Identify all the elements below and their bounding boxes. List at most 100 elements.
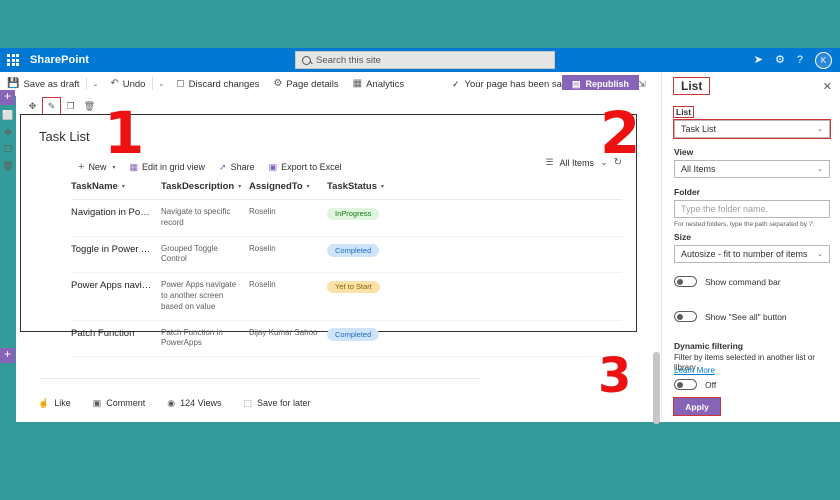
gear-icon[interactable]: ⚙ <box>775 54 785 66</box>
edit-webpart-icon[interactable]: ✎ <box>42 97 61 116</box>
undo-label: Undo <box>122 78 146 90</box>
cell-taskdescription: Navigate to specific record <box>161 207 231 227</box>
share-icon: ➚ <box>219 161 227 172</box>
dynamic-filtering-toggle[interactable] <box>674 379 697 390</box>
edit-in-grid-view-button[interactable]: ▦ Edit in grid view <box>122 157 212 177</box>
cell-taskstatus: Completed <box>327 328 437 341</box>
search-input[interactable]: Search this site <box>295 51 555 69</box>
learn-more-link[interactable]: Learn More <box>674 366 715 375</box>
folder-field: Folder Type the folder name. For nested … <box>674 182 830 229</box>
page-background-bottom <box>0 422 840 500</box>
page-details-label: Page details <box>286 78 339 90</box>
table-row[interactable]: Toggle in Power Ap... Grouped Toggle Con… <box>71 237 622 274</box>
view-name-label[interactable]: All Items <box>560 158 595 168</box>
pane-title: List <box>672 77 711 95</box>
cell-assignedto: Bijay Kumar Sahoo <box>249 327 318 337</box>
move-section-icon[interactable]: ✥ <box>4 128 12 137</box>
new-label: New <box>88 162 107 172</box>
table-row[interactable]: Navigation in Powe... Navigate to specif… <box>71 200 622 237</box>
export-to-excel-button[interactable]: ▣ Export to Excel <box>262 157 349 177</box>
cell-taskdescription: Power Apps navigate to another screen ba… <box>161 280 237 311</box>
section-comment-icon[interactable]: ⬜ <box>2 111 13 120</box>
column-header-assignedto[interactable]: AssignedTo ▾ <box>249 181 327 192</box>
share-label: Share <box>230 162 255 172</box>
bookmark-icon: ⬚ <box>243 397 253 408</box>
show-see-all-toggle[interactable] <box>674 311 697 322</box>
comment-button[interactable]: ▣ Comment <box>93 398 146 408</box>
divider <box>40 378 480 379</box>
save-for-later-button[interactable]: ⬚ Save for later <box>244 398 311 408</box>
like-button[interactable]: ☝ Like <box>38 398 71 408</box>
page-saved-status: ✓ Your page has been saved <box>452 79 577 90</box>
list-dropdown[interactable]: Task List ⌄ <box>673 119 831 139</box>
help-icon[interactable]: ? <box>797 54 803 66</box>
section-rail: + ⬜ ✥ ❐ 🗑 <box>0 90 16 171</box>
duplicate-webpart-icon[interactable]: ❐ <box>62 98 79 115</box>
column-label: TaskName <box>71 181 118 192</box>
delete-webpart-icon[interactable]: 🗑 <box>81 98 98 115</box>
column-label: TaskDescription <box>161 181 235 192</box>
cell-assignedto: Roselin <box>249 207 276 216</box>
chevron-down-icon[interactable]: ▾ <box>122 183 125 190</box>
move-webpart-icon[interactable]: ✥ <box>24 98 41 115</box>
cell-assignedto: Roselin <box>249 243 276 253</box>
view-field: View All Items ⌄ <box>674 142 830 178</box>
column-label: TaskStatus <box>327 181 377 192</box>
chevron-down-icon[interactable]: ▾ <box>112 164 115 171</box>
table-row[interactable]: Power Apps naviga... Power Apps navigate… <box>71 273 622 321</box>
new-item-button[interactable]: + New ▾ <box>71 157 122 177</box>
avatar[interactable]: K <box>815 51 832 69</box>
duplicate-section-icon[interactable]: ❐ <box>4 145 12 154</box>
status-badge: Completed <box>327 244 380 257</box>
list-webpart[interactable]: Task List + New ▾ ▦ Edit in grid view ➚ … <box>20 114 637 358</box>
status-badge: InProgress <box>327 207 380 220</box>
add-section-bottom-button[interactable]: + <box>0 348 15 363</box>
share-button[interactable]: ➚ Share <box>212 157 262 177</box>
refresh-icon[interactable]: ↻ <box>614 157 622 168</box>
info-icon: ⚙ <box>273 78 283 89</box>
views-label: 124 Views <box>180 398 222 408</box>
waffle-icon[interactable] <box>0 54 26 66</box>
pane-header: List ✕ <box>672 77 832 95</box>
show-command-bar-toggle[interactable] <box>674 276 697 287</box>
folder-field-label: Folder <box>674 187 700 197</box>
view-dropdown[interactable]: All Items ⌄ <box>674 160 830 178</box>
list-field-label: List <box>672 106 695 118</box>
plus-icon: + <box>78 160 85 173</box>
discard-changes-label: Discard changes <box>188 78 260 90</box>
delete-section-icon[interactable]: 🗑 <box>2 162 13 171</box>
cell-taskdescription: Grouped Toggle Control <box>161 243 218 264</box>
folder-placeholder: Type the folder name. <box>681 204 769 214</box>
apply-button[interactable]: Apply <box>673 397 721 416</box>
show-command-bar-label: Show command bar <box>705 276 781 287</box>
dynamic-filtering-title: Dynamic filtering <box>674 341 743 351</box>
show-see-all-label: Show "See all" button <box>705 311 787 322</box>
cell-taskdescription: Patch Function in PowerApps <box>161 327 223 348</box>
views-icon: ◉ <box>167 397 176 408</box>
send-icon[interactable]: ➤ <box>754 54 763 66</box>
chevron-down-icon[interactable]: ⌄ <box>600 157 608 168</box>
column-header-taskname[interactable]: TaskName ▾ <box>71 181 161 192</box>
column-header-taskstatus[interactable]: TaskStatus ▾ <box>327 181 437 192</box>
add-section-button[interactable]: + <box>0 90 15 105</box>
chevron-down-icon[interactable]: ▾ <box>381 183 384 190</box>
list-command-bar: + New ▾ ▦ Edit in grid view ➚ Share ▣ Ex… <box>71 157 349 177</box>
cell-taskname: Patch Function <box>71 327 135 339</box>
save-icon: 💾 <box>7 78 20 89</box>
analytics-label: Analytics <box>366 78 405 90</box>
suite-bar: SharePoint Search this site ➤ ⚙ ? K <box>0 48 840 72</box>
close-icon[interactable]: ✕ <box>823 80 832 93</box>
column-header-taskdescription[interactable]: TaskDescription ▾ <box>161 181 249 192</box>
size-dropdown[interactable]: Autosize - fit to number of items ⌄ <box>674 245 830 263</box>
chevron-down-icon: ⌄ <box>817 251 823 258</box>
column-label: AssignedTo <box>249 181 303 192</box>
folder-input[interactable]: Type the folder name. <box>674 200 830 218</box>
size-field-label: Size <box>674 232 692 242</box>
sharepoint-brand[interactable]: SharePoint <box>30 54 89 66</box>
vertical-scrollbar[interactable] <box>653 352 660 424</box>
dynamic-filtering-row: Off <box>674 379 716 390</box>
chevron-down-icon[interactable]: ▾ <box>307 183 310 190</box>
table-row[interactable]: Patch Function Patch Function in PowerAp… <box>71 321 622 358</box>
chevron-down-icon[interactable]: ▾ <box>238 183 241 190</box>
export-excel-label: Export to Excel <box>281 162 342 172</box>
